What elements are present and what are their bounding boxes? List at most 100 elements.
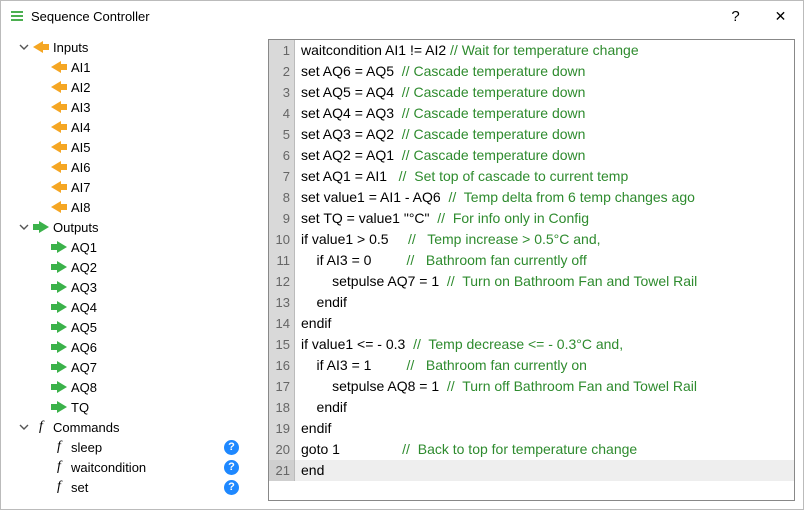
tree-output-item[interactable]: AQ3 bbox=[1, 277, 259, 297]
code-line[interactable]: 12 setpulse AQ7 = 1 // Turn on Bathroom … bbox=[269, 271, 794, 292]
code-line[interactable]: 17 setpulse AQ8 = 1 // Turn off Bathroom… bbox=[269, 376, 794, 397]
tree-input-item[interactable]: AI7 bbox=[1, 177, 259, 197]
tree-output-item-icon bbox=[51, 279, 67, 295]
code-line[interactable]: 9set TQ = value1 "°C" // For info only i… bbox=[269, 208, 794, 229]
code-text: set AQ1 = AI1 // Set top of cascade to c… bbox=[295, 166, 628, 187]
tree-output-item-icon bbox=[51, 299, 67, 315]
content-area: Inputs AI1AI2AI3AI4AI5AI6AI7AI8 Outputs … bbox=[1, 31, 803, 509]
chevron-down-icon[interactable] bbox=[17, 40, 31, 54]
tree-input-item[interactable]: AI5 bbox=[1, 137, 259, 157]
tree-input-item-icon bbox=[51, 59, 67, 75]
tree-input-item[interactable]: AI2 bbox=[1, 77, 259, 97]
tree-output-item[interactable]: TQ bbox=[1, 397, 259, 417]
tree-item-label: AQ2 bbox=[71, 260, 259, 275]
code-line[interactable]: 11 if AI3 = 0 // Bathroom fan currently … bbox=[269, 250, 794, 271]
tree-group-inputs[interactable]: Inputs bbox=[1, 37, 259, 57]
code-line[interactable]: 18 endif bbox=[269, 397, 794, 418]
tree-output-item[interactable]: AQ7 bbox=[1, 357, 259, 377]
code-editor[interactable]: 1waitcondition AI1 != AI2 // Wait for te… bbox=[268, 39, 795, 501]
tree-input-item[interactable]: AI8 bbox=[1, 197, 259, 217]
tree-label: Inputs bbox=[53, 40, 259, 55]
code-line[interactable]: 4set AQ4 = AQ3 // Cascade temperature do… bbox=[269, 103, 794, 124]
tree-command-item[interactable]: fwaitcondition? bbox=[1, 457, 259, 477]
line-number: 16 bbox=[269, 355, 295, 376]
code-text: set AQ4 = AQ3 // Cascade temperature dow… bbox=[295, 103, 585, 124]
spacer bbox=[35, 240, 49, 254]
spacer bbox=[35, 320, 49, 334]
code-line[interactable]: 14endif bbox=[269, 313, 794, 334]
code-line[interactable]: 6set AQ2 = AQ1 // Cascade temperature do… bbox=[269, 145, 794, 166]
code-line[interactable]: 1waitcondition AI1 != AI2 // Wait for te… bbox=[269, 40, 794, 61]
code-text: set AQ2 = AQ1 // Cascade temperature dow… bbox=[295, 145, 585, 166]
code-line[interactable]: 16 if AI3 = 1 // Bathroom fan currently … bbox=[269, 355, 794, 376]
tree-output-item[interactable]: AQ1 bbox=[1, 237, 259, 257]
tree-output-item[interactable]: AQ6 bbox=[1, 337, 259, 357]
titlebar: Sequence Controller ? ✕ bbox=[1, 1, 803, 31]
tree-output-item-icon bbox=[51, 399, 67, 415]
code-text: set value1 = AI1 - AQ6 // Temp delta fro… bbox=[295, 187, 695, 208]
spacer bbox=[35, 180, 49, 194]
tree-input-item-icon bbox=[51, 99, 67, 115]
inputs-folder-icon bbox=[33, 39, 49, 55]
line-number: 17 bbox=[269, 376, 295, 397]
tree-item-label: AQ5 bbox=[71, 320, 259, 335]
spacer bbox=[35, 380, 49, 394]
code-line[interactable]: 19endif bbox=[269, 418, 794, 439]
help-button[interactable]: ? bbox=[713, 1, 758, 31]
spacer bbox=[35, 80, 49, 94]
help-icon[interactable]: ? bbox=[224, 480, 239, 495]
line-number: 2 bbox=[269, 61, 295, 82]
spacer bbox=[35, 100, 49, 114]
line-number: 11 bbox=[269, 250, 295, 271]
tree-group-commands[interactable]: f Commands bbox=[1, 417, 259, 437]
code-text: endif bbox=[295, 292, 347, 313]
tree-input-item[interactable]: AI1 bbox=[1, 57, 259, 77]
code-line[interactable]: 5set AQ3 = AQ2 // Cascade temperature do… bbox=[269, 124, 794, 145]
tree-input-item[interactable]: AI3 bbox=[1, 97, 259, 117]
help-icon[interactable]: ? bbox=[224, 440, 239, 455]
code-text: waitcondition AI1 != AI2 // Wait for tem… bbox=[295, 40, 639, 61]
code-text: if value1 <= - 0.3 // Temp decrease <= -… bbox=[295, 334, 623, 355]
tree-input-item[interactable]: AI4 bbox=[1, 117, 259, 137]
code-text: setpulse AQ7 = 1 // Turn on Bathroom Fan… bbox=[295, 271, 697, 292]
tree-output-item[interactable]: AQ4 bbox=[1, 297, 259, 317]
help-icon[interactable]: ? bbox=[224, 460, 239, 475]
spacer bbox=[35, 340, 49, 354]
tree-item-label: AI7 bbox=[71, 180, 259, 195]
code-line[interactable]: 13 endif bbox=[269, 292, 794, 313]
tree-output-item[interactable]: AQ2 bbox=[1, 257, 259, 277]
code-line[interactable]: 20goto 1 // Back to top for temperature … bbox=[269, 439, 794, 460]
code-line[interactable]: 10if value1 > 0.5 // Temp increase > 0.5… bbox=[269, 229, 794, 250]
line-number: 4 bbox=[269, 103, 295, 124]
code-line[interactable]: 15if value1 <= - 0.3 // Temp decrease <=… bbox=[269, 334, 794, 355]
code-text: goto 1 // Back to top for temperature ch… bbox=[295, 439, 637, 460]
chevron-down-icon[interactable] bbox=[17, 420, 31, 434]
tree-item-label: AI4 bbox=[71, 120, 259, 135]
tree-item-label: AQ3 bbox=[71, 280, 259, 295]
tree-output-item-icon bbox=[51, 359, 67, 375]
chevron-down-icon[interactable] bbox=[17, 220, 31, 234]
code-line[interactable]: 8set value1 = AI1 - AQ6 // Temp delta fr… bbox=[269, 187, 794, 208]
tree-group-outputs[interactable]: Outputs bbox=[1, 217, 259, 237]
line-number: 12 bbox=[269, 271, 295, 292]
code-line[interactable]: 2set AQ6 = AQ5 // Cascade temperature do… bbox=[269, 61, 794, 82]
spacer bbox=[35, 280, 49, 294]
tree-output-item-icon bbox=[51, 259, 67, 275]
tree-output-item[interactable]: AQ5 bbox=[1, 317, 259, 337]
tree-input-item[interactable]: AI6 bbox=[1, 157, 259, 177]
tree-command-item-icon: f bbox=[51, 439, 67, 455]
tree-input-item-icon bbox=[51, 159, 67, 175]
code-line[interactable]: 7set AQ1 = AI1 // Set top of cascade to … bbox=[269, 166, 794, 187]
close-button[interactable]: ✕ bbox=[758, 1, 803, 31]
code-line[interactable]: 21end bbox=[269, 460, 794, 481]
tree-label: Commands bbox=[53, 420, 259, 435]
code-text: set AQ5 = AQ4 // Cascade temperature dow… bbox=[295, 82, 585, 103]
sidebar-tree[interactable]: Inputs AI1AI2AI3AI4AI5AI6AI7AI8 Outputs … bbox=[1, 31, 264, 509]
tree-command-item[interactable]: fset? bbox=[1, 477, 259, 497]
app-icon bbox=[9, 8, 25, 24]
tree-input-item-icon bbox=[51, 79, 67, 95]
tree-item-label: AI5 bbox=[71, 140, 259, 155]
tree-command-item[interactable]: fsleep? bbox=[1, 437, 259, 457]
code-line[interactable]: 3set AQ5 = AQ4 // Cascade temperature do… bbox=[269, 82, 794, 103]
tree-output-item[interactable]: AQ8 bbox=[1, 377, 259, 397]
